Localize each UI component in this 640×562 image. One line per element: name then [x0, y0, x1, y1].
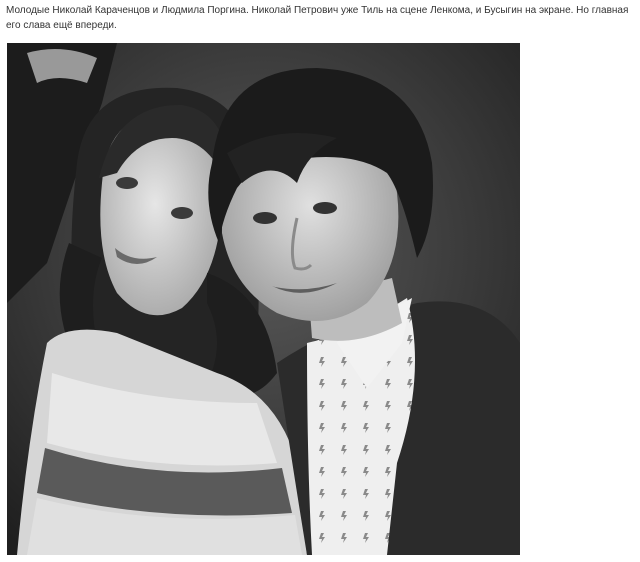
- article-photo: [7, 43, 520, 555]
- man-eye-left: [253, 212, 277, 224]
- woman-eye-left: [116, 177, 138, 189]
- photo-illustration: [7, 43, 520, 555]
- woman-eye-right: [171, 207, 193, 219]
- man-eye-right: [313, 202, 337, 214]
- photo-caption: Молодые Николай Караченцов и Людмила Пор…: [6, 5, 629, 31]
